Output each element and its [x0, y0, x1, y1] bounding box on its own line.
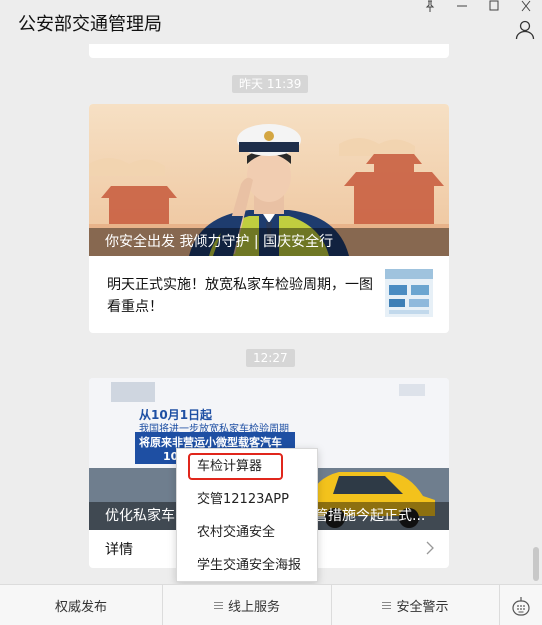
- article-thumbnail: [385, 269, 433, 317]
- menu-lines-icon: [213, 602, 223, 609]
- details-label: 详情: [105, 542, 133, 558]
- cover-caption-left: 优化私家车: [105, 508, 175, 524]
- menu-item-student-safety-poster[interactable]: 学生交通安全海报: [177, 549, 317, 582]
- cover-caption: 你安全出发 我倾力守护 | 国庆安全行: [89, 228, 449, 256]
- cover-caption-right: 管措施今起正式...: [314, 508, 426, 524]
- article-title: 明天正式实施！放宽私家车检验周期，一图看重点！: [107, 277, 373, 315]
- service-popup-menu: 车检计算器 交管12123APP 农村交通安全 学生交通安全海报: [176, 448, 318, 582]
- article-card[interactable]: 你安全出发 我倾力守护 | 国庆安全行 明天正式实施！放宽私家车检验周期，一图看…: [89, 104, 449, 333]
- menu-authoritative-release[interactable]: 权威发布: [0, 585, 163, 625]
- menu-item-rural-traffic-safety[interactable]: 农村交通安全: [177, 516, 317, 549]
- menu-label: 权威发布: [54, 600, 107, 615]
- article-link[interactable]: 明天正式实施！放宽私家车检验周期，一图看重点！: [89, 256, 449, 333]
- maximize-icon[interactable]: [483, 0, 505, 14]
- previous-card-edge: [89, 44, 449, 58]
- menu-online-services[interactable]: 线上服务: [163, 585, 332, 625]
- banner-line-2: 我国将进一步放宽私家车检验周期: [139, 424, 289, 435]
- close-icon[interactable]: [515, 0, 537, 14]
- menu-label: 安全警示: [396, 600, 449, 615]
- menu-item-12123-app[interactable]: 交管12123APP: [177, 483, 317, 516]
- menu-label: 线上服务: [227, 600, 280, 615]
- menu-safety-warning[interactable]: 安全警示: [332, 585, 500, 625]
- menu-lines-icon: [382, 602, 392, 609]
- chevron-right-icon: [426, 541, 434, 555]
- window-title: 公安部交通管理局: [18, 14, 162, 35]
- profile-icon[interactable]: [515, 20, 535, 40]
- keyboard-icon: [512, 596, 530, 616]
- cover-image[interactable]: 你安全出发 我倾力守护 | 国庆安全行: [89, 104, 449, 256]
- timestamp: 12:27: [246, 349, 295, 367]
- menu-item-car-inspection-calculator[interactable]: 车检计算器: [177, 450, 317, 483]
- pin-icon[interactable]: [419, 0, 441, 14]
- keyboard-toggle-button[interactable]: [500, 585, 542, 625]
- timestamp: 昨天 11:39: [232, 75, 309, 93]
- title-bar: 公安部交通管理局: [0, 0, 542, 44]
- bottom-menu: 权威发布 线上服务 安全警示: [0, 584, 542, 625]
- scrollbar[interactable]: [533, 547, 539, 581]
- minimize-icon[interactable]: [451, 0, 473, 14]
